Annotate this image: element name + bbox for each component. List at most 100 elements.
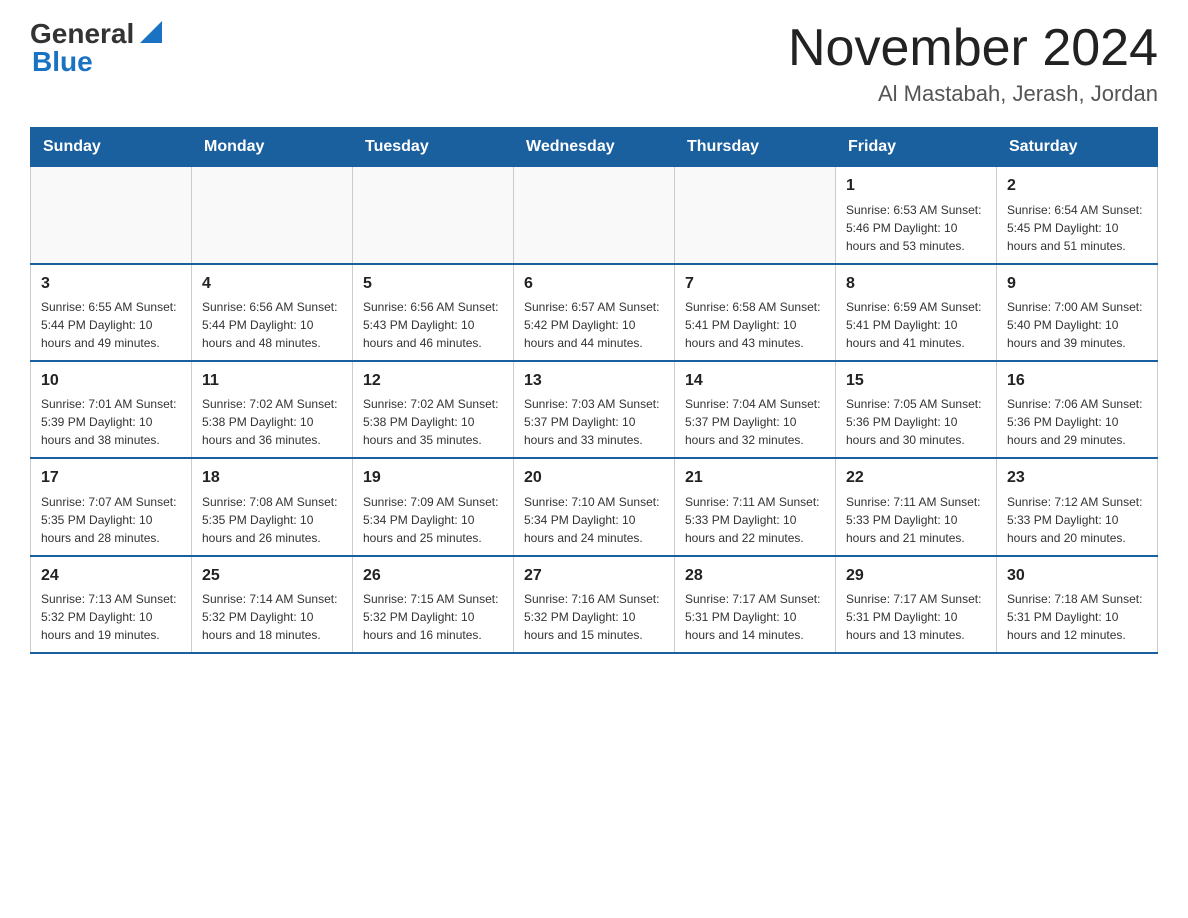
day-info: Sunrise: 6:59 AM Sunset: 5:41 PM Dayligh…: [846, 298, 986, 352]
day-number: 9: [1007, 273, 1147, 295]
calendar-cell: [192, 167, 353, 264]
calendar-cell: 4 Sunrise: 6:56 AM Sunset: 5:44 PM Daylig…: [192, 264, 353, 361]
calendar-cell: 2Sunrise: 6:54 AM Sunset: 5:45 PM Daylig…: [997, 167, 1158, 264]
day-info: Sunrise: 6:55 AM Sunset: 5:44 PM Dayligh…: [41, 298, 181, 352]
calendar-cell: 25Sunrise: 7:14 AM Sunset: 5:32 PM Dayli…: [192, 556, 353, 653]
day-number: 6: [524, 273, 664, 295]
day-info: Sunrise: 7:05 AM Sunset: 5:36 PM Dayligh…: [846, 395, 986, 449]
calendar-week-row: 1 Sunrise: 6:53 AM Sunset: 5:46 PM Daylig…: [31, 167, 1158, 264]
column-header-tuesday: Tuesday: [353, 128, 514, 167]
calendar-cell: 1 Sunrise: 6:53 AM Sunset: 5:46 PM Daylig…: [836, 167, 997, 264]
day-info: Sunrise: 6:57 AM Sunset: 5:42 PM Dayligh…: [524, 298, 664, 352]
day-info: Sunrise: 7:17 AM Sunset: 5:31 PM Dayligh…: [685, 590, 825, 644]
calendar-cell: 10 Sunrise: 7:01 AM Sunset: 5:39 PM Dayli…: [31, 361, 192, 458]
calendar-cell: 30 Sunrise: 7:18 AM Sunset: 5:31 PM Dayli…: [997, 556, 1158, 653]
column-header-sunday: Sunday: [31, 128, 192, 167]
day-info: Sunrise: 7:14 AM Sunset: 5:32 PM Dayligh…: [202, 590, 342, 644]
calendar-cell: 7 Sunrise: 6:58 AM Sunset: 5:41 PM Daylig…: [675, 264, 836, 361]
day-number: 3: [41, 273, 181, 295]
calendar-week-row: 24 Sunrise: 7:13 AM Sunset: 5:32 PM Dayli…: [31, 556, 1158, 653]
calendar-cell: 12 Sunrise: 7:02 AM Sunset: 5:38 PM Dayli…: [353, 361, 514, 458]
column-header-friday: Friday: [836, 128, 997, 167]
day-number: 12: [363, 370, 503, 392]
calendar-cell: 20Sunrise: 7:10 AM Sunset: 5:34 PM Dayli…: [514, 458, 675, 555]
day-number: 22: [846, 467, 986, 489]
day-number: 30: [1007, 565, 1147, 587]
day-number: 7: [685, 273, 825, 295]
calendar-cell: 18Sunrise: 7:08 AM Sunset: 5:35 PM Dayli…: [192, 458, 353, 555]
day-number: 29: [846, 565, 986, 587]
calendar-cell: 17 Sunrise: 7:07 AM Sunset: 5:35 PM Dayli…: [31, 458, 192, 555]
calendar-cell: 15 Sunrise: 7:05 AM Sunset: 5:36 PM Dayli…: [836, 361, 997, 458]
calendar-table: SundayMondayTuesdayWednesdayThursdayFrid…: [30, 127, 1158, 654]
calendar-cell: 29 Sunrise: 7:17 AM Sunset: 5:31 PM Dayli…: [836, 556, 997, 653]
day-info: Sunrise: 7:16 AM Sunset: 5:32 PM Dayligh…: [524, 590, 664, 644]
day-number: 1: [846, 175, 986, 197]
calendar-title: November 2024: [788, 20, 1158, 77]
calendar-week-row: 3 Sunrise: 6:55 AM Sunset: 5:44 PM Daylig…: [31, 264, 1158, 361]
day-info: Sunrise: 7:06 AM Sunset: 5:36 PM Dayligh…: [1007, 395, 1147, 449]
calendar-week-row: 17 Sunrise: 7:07 AM Sunset: 5:35 PM Dayli…: [31, 458, 1158, 555]
day-info: Sunrise: 7:02 AM Sunset: 5:38 PM Dayligh…: [363, 395, 503, 449]
day-info: Sunrise: 7:12 AM Sunset: 5:33 PM Dayligh…: [1007, 493, 1147, 547]
day-number: 2: [1007, 175, 1147, 197]
day-number: 26: [363, 565, 503, 587]
day-info: Sunrise: 6:58 AM Sunset: 5:41 PM Dayligh…: [685, 298, 825, 352]
calendar-cell: 19Sunrise: 7:09 AM Sunset: 5:34 PM Dayli…: [353, 458, 514, 555]
calendar-cell: [31, 167, 192, 264]
day-info: Sunrise: 7:00 AM Sunset: 5:40 PM Dayligh…: [1007, 298, 1147, 352]
calendar-week-row: 10 Sunrise: 7:01 AM Sunset: 5:39 PM Dayli…: [31, 361, 1158, 458]
calendar-cell: 8 Sunrise: 6:59 AM Sunset: 5:41 PM Daylig…: [836, 264, 997, 361]
day-info: Sunrise: 6:56 AM Sunset: 5:43 PM Dayligh…: [363, 298, 503, 352]
day-number: 15: [846, 370, 986, 392]
day-number: 24: [41, 565, 181, 587]
calendar-cell: 22 Sunrise: 7:11 AM Sunset: 5:33 PM Dayli…: [836, 458, 997, 555]
day-number: 19: [363, 467, 503, 489]
calendar-cell: 16 Sunrise: 7:06 AM Sunset: 5:36 PM Dayli…: [997, 361, 1158, 458]
day-info: Sunrise: 7:07 AM Sunset: 5:35 PM Dayligh…: [41, 493, 181, 547]
calendar-cell: [353, 167, 514, 264]
day-info: Sunrise: 7:11 AM Sunset: 5:33 PM Dayligh…: [685, 493, 825, 547]
calendar-cell: 24 Sunrise: 7:13 AM Sunset: 5:32 PM Dayli…: [31, 556, 192, 653]
day-info: Sunrise: 7:08 AM Sunset: 5:35 PM Dayligh…: [202, 493, 342, 547]
day-info: Sunrise: 7:10 AM Sunset: 5:34 PM Dayligh…: [524, 493, 664, 547]
day-number: 23: [1007, 467, 1147, 489]
calendar-cell: 23 Sunrise: 7:12 AM Sunset: 5:33 PM Dayli…: [997, 458, 1158, 555]
day-info: Sunrise: 7:13 AM Sunset: 5:32 PM Dayligh…: [41, 590, 181, 644]
day-number: 14: [685, 370, 825, 392]
day-number: 8: [846, 273, 986, 295]
column-header-wednesday: Wednesday: [514, 128, 675, 167]
calendar-cell: 21 Sunrise: 7:11 AM Sunset: 5:33 PM Dayli…: [675, 458, 836, 555]
day-info: Sunrise: 7:01 AM Sunset: 5:39 PM Dayligh…: [41, 395, 181, 449]
calendar-cell: [514, 167, 675, 264]
day-number: 4: [202, 273, 342, 295]
day-number: 21: [685, 467, 825, 489]
calendar-cell: 5 Sunrise: 6:56 AM Sunset: 5:43 PM Daylig…: [353, 264, 514, 361]
day-number: 5: [363, 273, 503, 295]
day-info: Sunrise: 6:53 AM Sunset: 5:46 PM Dayligh…: [846, 201, 986, 255]
calendar-cell: 26Sunrise: 7:15 AM Sunset: 5:32 PM Dayli…: [353, 556, 514, 653]
day-info: Sunrise: 7:17 AM Sunset: 5:31 PM Dayligh…: [846, 590, 986, 644]
calendar-cell: 28Sunrise: 7:17 AM Sunset: 5:31 PM Dayli…: [675, 556, 836, 653]
logo-blue-text: Blue: [32, 48, 93, 76]
calendar-subtitle: Al Mastabah, Jerash, Jordan: [788, 81, 1158, 107]
day-number: 13: [524, 370, 664, 392]
title-block: November 2024 Al Mastabah, Jerash, Jorda…: [788, 20, 1158, 107]
day-info: Sunrise: 6:56 AM Sunset: 5:44 PM Dayligh…: [202, 298, 342, 352]
column-header-monday: Monday: [192, 128, 353, 167]
calendar-cell: 13 Sunrise: 7:03 AM Sunset: 5:37 PM Dayli…: [514, 361, 675, 458]
calendar-cell: [675, 167, 836, 264]
calendar-cell: 6 Sunrise: 6:57 AM Sunset: 5:42 PM Daylig…: [514, 264, 675, 361]
page-header: General Blue November 2024 Al Mastabah, …: [30, 20, 1158, 107]
logo: General Blue: [30, 20, 162, 76]
column-header-thursday: Thursday: [675, 128, 836, 167]
day-number: 16: [1007, 370, 1147, 392]
day-info: Sunrise: 7:03 AM Sunset: 5:37 PM Dayligh…: [524, 395, 664, 449]
day-number: 17: [41, 467, 181, 489]
calendar-cell: 3 Sunrise: 6:55 AM Sunset: 5:44 PM Daylig…: [31, 264, 192, 361]
day-info: Sunrise: 7:18 AM Sunset: 5:31 PM Dayligh…: [1007, 590, 1147, 644]
day-number: 27: [524, 565, 664, 587]
day-info: Sunrise: 7:11 AM Sunset: 5:33 PM Dayligh…: [846, 493, 986, 547]
day-number: 10: [41, 370, 181, 392]
calendar-header-row: SundayMondayTuesdayWednesdayThursdayFrid…: [31, 128, 1158, 167]
